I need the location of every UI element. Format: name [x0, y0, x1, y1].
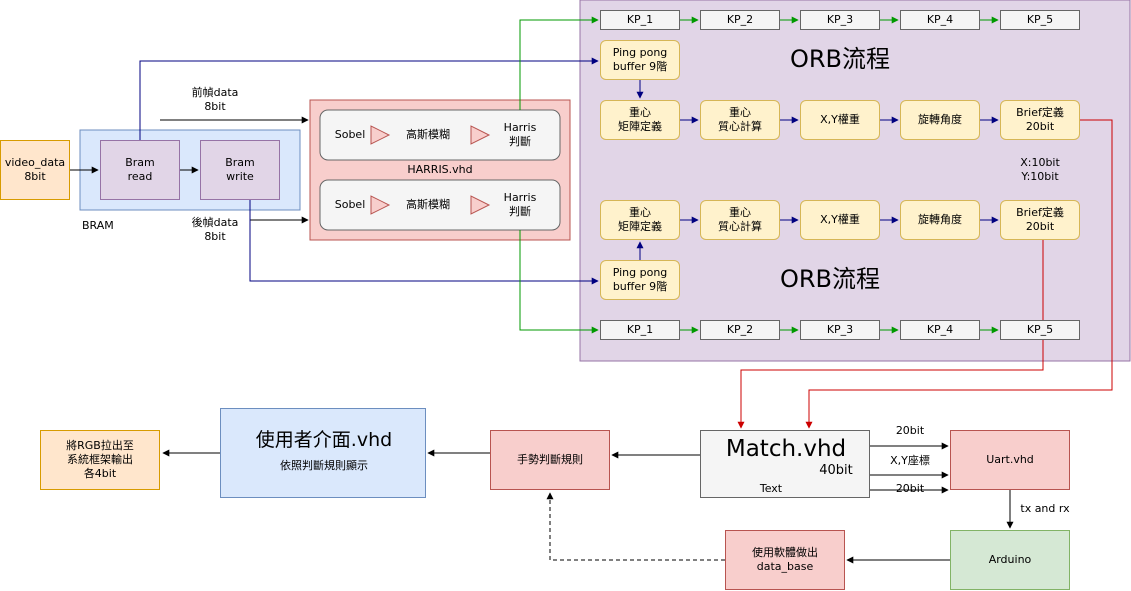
- ui-box: 使用者介面.vhd 依照判斷規則顯示: [220, 408, 426, 498]
- ui-subtitle: 依照判斷規則顯示: [280, 459, 368, 472]
- kp-box: KP_2: [700, 10, 780, 30]
- orb-step: X,Y權重: [800, 100, 880, 140]
- orb-title: ORB流程: [789, 45, 891, 73]
- tx-rx-label: tx and rx: [1020, 502, 1070, 515]
- bits-20-top-label: 20bit: [895, 424, 925, 437]
- sobel-label: Sobel: [334, 198, 366, 211]
- pingpong-buffer: Ping pong buffer 9階: [600, 260, 680, 300]
- harris-judge-label: Harris 判斷: [503, 191, 537, 218]
- match-text: Text: [759, 482, 783, 495]
- video-data-box: video_data 8bit: [0, 140, 70, 200]
- match-title: Match.vhd: [725, 436, 847, 462]
- diagram-canvas: [70, 0, 1131, 564]
- bram-read-box: Bram read: [100, 140, 180, 200]
- rgb-output-box: 將RGB拉出至 系統框架輸出 各4bit: [40, 430, 160, 490]
- orb-step: Brief定義 20bit: [1000, 100, 1080, 140]
- orb-step: Brief定義 20bit: [1000, 200, 1080, 240]
- bram-write-box: Bram write: [200, 140, 280, 200]
- orb-title: ORB流程: [779, 265, 881, 293]
- orb-step: 重心 質心計算: [700, 200, 780, 240]
- arduino-box: Arduino: [950, 530, 1070, 590]
- match-box: Match.vhd 40bit Text: [700, 430, 870, 498]
- match-bits: 40bit: [819, 463, 853, 478]
- ui-title: 使用者介面.vhd: [255, 429, 393, 451]
- sobel-label: Sobel: [334, 128, 366, 141]
- pingpong-buffer: Ping pong buffer 9階: [600, 40, 680, 80]
- kp-box: KP_1: [600, 320, 680, 340]
- orb-step: X,Y權重: [800, 200, 880, 240]
- harris-label: HARRIS.vhd: [407, 163, 473, 176]
- harris-judge-label: Harris 判斷: [503, 121, 537, 148]
- xy-coord-label: X,Y座標: [890, 454, 930, 467]
- orb-step: 旋轉角度: [900, 200, 980, 240]
- orb-step: 重心 質心計算: [700, 100, 780, 140]
- kp-box: KP_5: [1000, 320, 1080, 340]
- kp-box: KP_2: [700, 320, 780, 340]
- next-frame-label: 後幀data 8bit: [191, 216, 239, 243]
- orb-step: 重心 矩陣定義: [600, 100, 680, 140]
- prev-frame-label: 前幀data 8bit: [191, 86, 239, 113]
- gauss-label: 高斯模糊: [406, 198, 450, 211]
- kp-box: KP_4: [900, 10, 980, 30]
- database-box: 使用軟體做出 data_base: [725, 530, 845, 590]
- orb-step: 旋轉角度: [900, 100, 980, 140]
- kp-box: KP_3: [800, 320, 880, 340]
- kp-box: KP_5: [1000, 10, 1080, 30]
- xy-bits-label: X:10bit Y:10bit: [1020, 156, 1060, 183]
- gauss-label: 高斯模糊: [406, 128, 450, 141]
- orb-step: 重心 矩陣定義: [600, 200, 680, 240]
- kp-box: KP_1: [600, 10, 680, 30]
- gesture-rule-box: 手勢判斷規則: [490, 430, 610, 490]
- uart-box: Uart.vhd: [950, 430, 1070, 490]
- kp-box: KP_4: [900, 320, 980, 340]
- bits-20-bottom-label: 20bit: [895, 482, 925, 495]
- bram-label: BRAM: [82, 219, 114, 232]
- arrow-db-gesture: [546, 492, 725, 561]
- kp-box: KP_3: [800, 10, 880, 30]
